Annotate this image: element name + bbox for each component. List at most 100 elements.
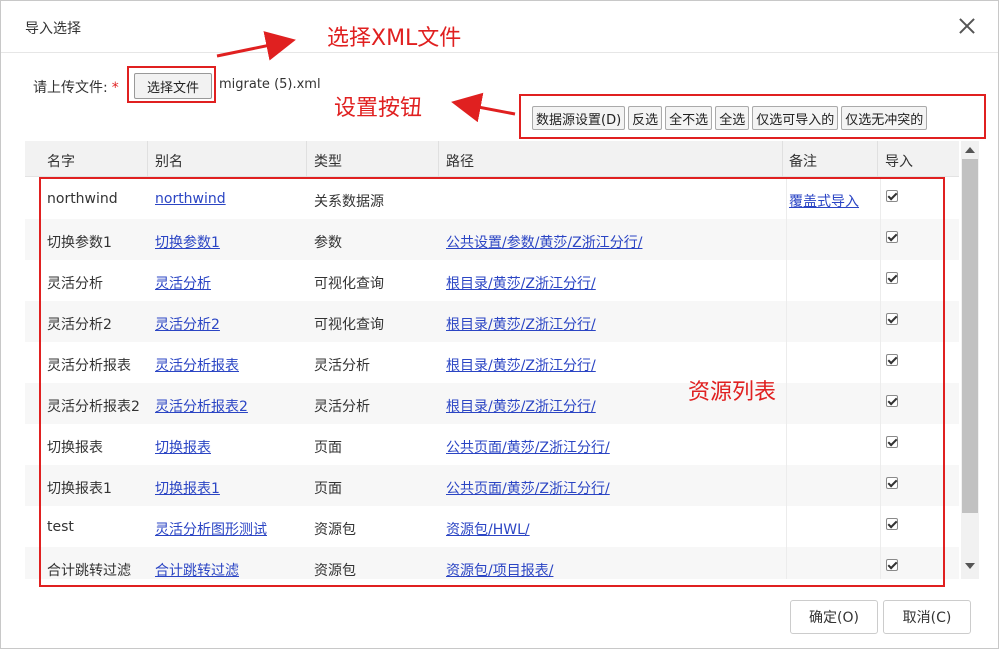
column-divider	[786, 342, 787, 383]
cell-path-link[interactable]: 资源包/项目报表/	[446, 560, 553, 579]
upload-label: 请上传文件: *	[33, 77, 119, 97]
cell-alias-link[interactable]: 灵活分析报表	[155, 355, 239, 375]
import-checkbox[interactable]	[886, 559, 898, 571]
cell-name: 灵活分析2	[47, 317, 112, 333]
cell-name: 灵活分析报表	[47, 358, 131, 374]
dialog-title: 导入选择	[25, 21, 81, 37]
cell-name: 灵活分析	[47, 276, 103, 292]
import-checkbox[interactable]	[886, 518, 898, 530]
import-checkbox[interactable]	[886, 477, 898, 489]
cell-type: 参数	[314, 235, 342, 251]
column-divider	[880, 260, 881, 301]
scroll-down-icon[interactable]	[965, 563, 975, 569]
cell-path-link[interactable]: 根目录/黄莎/Z浙江分行/	[446, 314, 596, 334]
import-checkbox[interactable]	[886, 272, 898, 284]
cell-name: test	[47, 519, 74, 535]
cell-path-link[interactable]: 根目录/黄莎/Z浙江分行/	[446, 396, 596, 416]
select-none-button[interactable]: 全不选	[665, 106, 713, 130]
title-bar: 导入选择	[1, 1, 998, 53]
table-row: 合计跳转过滤 合计跳转过滤 资源包 资源包/项目报表/	[25, 547, 959, 579]
cell-alias-link[interactable]: 灵活分析	[155, 273, 211, 293]
import-checkbox[interactable]	[886, 354, 898, 366]
close-icon[interactable]	[956, 15, 978, 37]
cell-path-link[interactable]: 根目录/黄莎/Z浙江分行/	[446, 355, 596, 375]
cell-alias-link[interactable]: 切换报表	[155, 437, 211, 457]
cell-type: 资源包	[314, 563, 356, 579]
header-name: 名字	[47, 154, 75, 170]
select-no-conflict-button[interactable]: 仅选无冲突的	[841, 106, 928, 130]
column-divider	[786, 383, 787, 424]
cell-name: 合计跳转过滤	[47, 563, 131, 579]
column-divider	[786, 547, 787, 579]
column-divider	[786, 178, 787, 219]
cell-type: 资源包	[314, 522, 356, 538]
table-row: 灵活分析2 灵活分析2 可视化查询 根目录/黄莎/Z浙江分行/	[25, 301, 959, 342]
cell-path-link[interactable]: 公共页面/黄莎/Z浙江分行/	[446, 437, 610, 457]
cell-alias-link[interactable]: 切换报表1	[155, 478, 220, 498]
table-row: 切换参数1 切换参数1 参数 公共设置/参数/黄莎/Z浙江分行/	[25, 219, 959, 260]
import-checkbox[interactable]	[886, 231, 898, 243]
cell-path-link[interactable]: 根目录/黄莎/Z浙江分行/	[446, 273, 596, 293]
upload-label-text: 请上传文件:	[33, 80, 108, 96]
table-scrollbar[interactable]	[961, 141, 979, 579]
header-divider	[877, 141, 878, 177]
table-row: northwind northwind 关系数据源 覆盖式导入	[25, 178, 959, 219]
column-divider	[786, 465, 787, 506]
cell-note-link[interactable]: 覆盖式导入	[789, 191, 859, 211]
column-divider	[880, 342, 881, 383]
column-divider	[786, 219, 787, 260]
cell-name: northwind	[47, 191, 118, 207]
table-row: 灵活分析报表 灵活分析报表 灵活分析 根目录/黄莎/Z浙江分行/	[25, 342, 959, 383]
cell-alias-link[interactable]: 合计跳转过滤	[155, 560, 239, 579]
column-divider	[786, 506, 787, 547]
column-divider	[880, 465, 881, 506]
cell-alias-link[interactable]: 灵活分析报表2	[155, 396, 248, 416]
select-all-button[interactable]: 全选	[715, 106, 750, 130]
header-import: 导入	[885, 154, 913, 170]
import-checkbox[interactable]	[886, 395, 898, 407]
cancel-button[interactable]: 取消(C)	[883, 600, 971, 634]
annotation-settings-buttons: 设置按钮	[334, 96, 423, 121]
table-body: northwind northwind 关系数据源 覆盖式导入 切换参数1 切换…	[25, 178, 959, 579]
column-divider	[880, 547, 881, 579]
cell-name: 切换报表	[47, 440, 103, 456]
cell-type: 灵活分析	[314, 399, 370, 415]
selected-file-name: migrate (5).xml	[219, 77, 321, 92]
column-divider	[880, 424, 881, 465]
required-mark: *	[111, 80, 119, 96]
choose-file-button[interactable]: 选择文件	[134, 73, 212, 99]
column-divider	[880, 178, 881, 219]
import-checkbox[interactable]	[886, 313, 898, 325]
column-divider	[786, 301, 787, 342]
cell-type: 页面	[314, 440, 342, 456]
cell-alias-link[interactable]: northwind	[155, 191, 226, 207]
header-divider	[782, 141, 783, 177]
header-alias: 别名	[155, 154, 183, 170]
select-importable-button[interactable]: 仅选可导入的	[752, 106, 839, 130]
cell-path-link[interactable]: 公共设置/参数/黄莎/Z浙江分行/	[446, 232, 642, 252]
import-checkbox[interactable]	[886, 190, 898, 202]
resource-table: 名字 别名 类型 路径 备注 导入 northwind northwind 关系…	[25, 141, 979, 579]
cell-name: 切换参数1	[47, 235, 112, 251]
table-row: 灵活分析 灵活分析 可视化查询 根目录/黄莎/Z浙江分行/	[25, 260, 959, 301]
import-checkbox[interactable]	[886, 436, 898, 448]
header-note: 备注	[789, 154, 817, 170]
cell-alias-link[interactable]: 灵活分析2	[155, 314, 220, 334]
table-row: 切换报表1 切换报表1 页面 公共页面/黄莎/Z浙江分行/	[25, 465, 959, 506]
cell-path-link[interactable]: 公共页面/黄莎/Z浙江分行/	[446, 478, 610, 498]
cell-type: 页面	[314, 481, 342, 497]
cell-alias-link[interactable]: 灵活分析图形测试	[155, 519, 267, 539]
column-divider	[786, 260, 787, 301]
cell-type: 关系数据源	[314, 194, 384, 210]
cell-path-link[interactable]: 资源包/HWL/	[446, 519, 530, 539]
annotation-select-xml: 选择XML文件	[327, 26, 462, 51]
import-dialog: 导入选择 请上传文件: * 选择文件 migrate (5).xml 数据源设置(…	[0, 0, 999, 649]
datasource-settings-button[interactable]: 数据源设置(D)	[532, 106, 626, 130]
ok-button[interactable]: 确定(O)	[790, 600, 878, 634]
scroll-thumb[interactable]	[962, 159, 978, 513]
cell-name: 切换报表1	[47, 481, 112, 497]
scroll-up-icon[interactable]	[965, 147, 975, 153]
invert-selection-button[interactable]: 反选	[628, 106, 663, 130]
cell-alias-link[interactable]: 切换参数1	[155, 232, 220, 252]
column-divider	[880, 219, 881, 260]
